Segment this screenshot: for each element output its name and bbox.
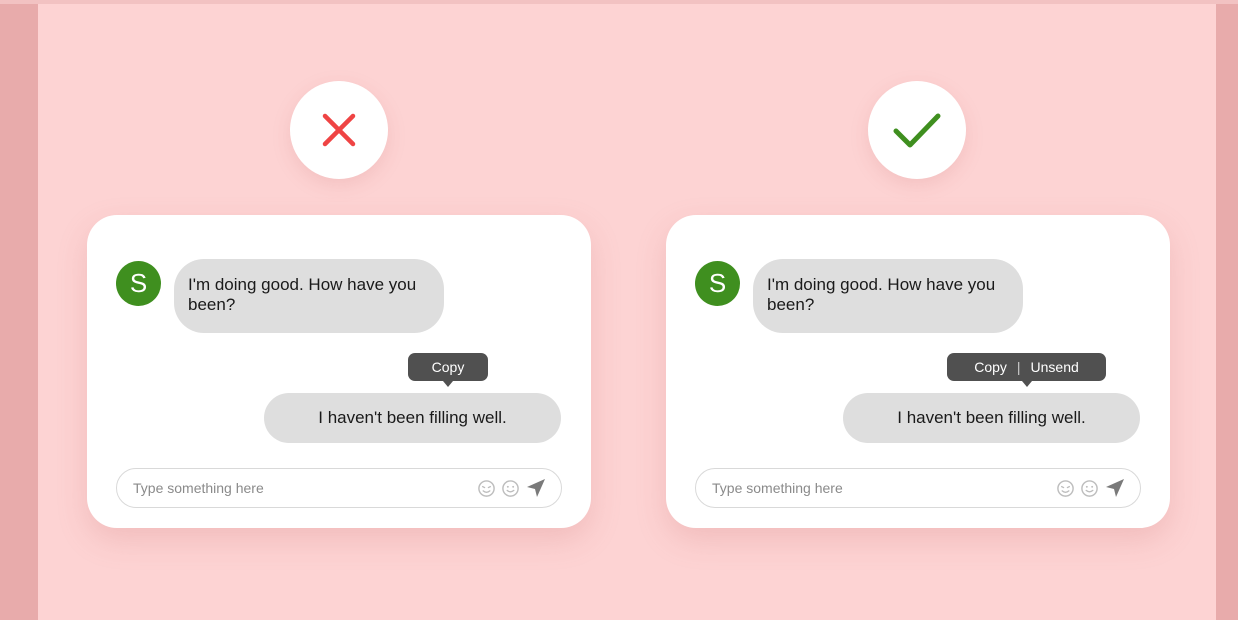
input-placeholder: Type something here: [712, 480, 843, 496]
message-context-menu: Copy: [408, 353, 488, 387]
menu-separator: |: [1016, 359, 1021, 375]
message-context-menu: Copy | Unsend: [947, 353, 1106, 387]
incorrect-badge: [290, 81, 388, 179]
send-icon[interactable]: [1104, 477, 1126, 499]
correct-badge: [868, 81, 966, 179]
message-input[interactable]: Type something here: [695, 468, 1141, 508]
sticker-icon[interactable]: [1056, 479, 1075, 498]
cross-icon: [322, 113, 356, 147]
send-icon[interactable]: [525, 477, 547, 499]
received-message-bubble: I'm doing good. How have you been?: [753, 259, 1023, 333]
received-message-bubble: I'm doing good. How have you been?: [174, 259, 444, 333]
emoji-icon[interactable]: [1080, 479, 1099, 498]
unsend-menu-item[interactable]: Unsend: [1031, 359, 1079, 375]
sticker-icon[interactable]: [477, 479, 496, 498]
right-border: [1216, 0, 1238, 620]
copy-menu-item[interactable]: Copy: [432, 359, 465, 375]
chat-card-incorrect: S I'm doing good. How have you been? Cop…: [87, 215, 591, 528]
avatar: S: [116, 261, 161, 306]
sent-message-bubble[interactable]: I haven't been filling well.: [264, 393, 561, 443]
sent-message-bubble[interactable]: I haven't been filling well.: [843, 393, 1140, 443]
copy-menu-item[interactable]: Copy: [974, 359, 1007, 375]
avatar: S: [695, 261, 740, 306]
message-input[interactable]: Type something here: [116, 468, 562, 508]
bottom-border: [0, 0, 1238, 4]
left-border: [0, 0, 38, 620]
check-icon: [893, 113, 941, 148]
input-placeholder: Type something here: [133, 480, 264, 496]
chat-card-correct: S I'm doing good. How have you been? Cop…: [666, 215, 1170, 528]
emoji-icon[interactable]: [501, 479, 520, 498]
